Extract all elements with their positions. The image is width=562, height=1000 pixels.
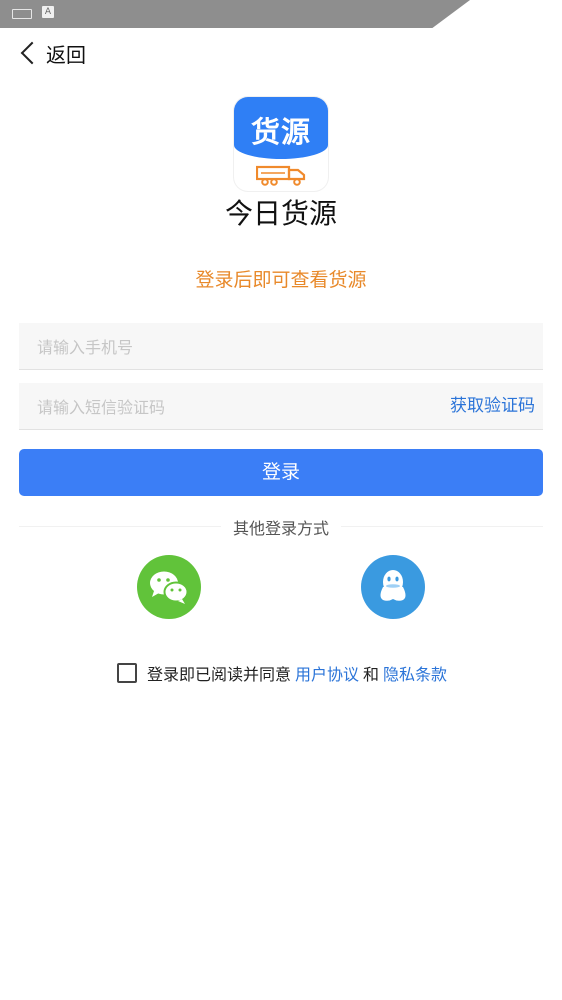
agreement-row: 登录即已阅读并同意 用户协议 和 隐私条款: [117, 660, 451, 686]
agreement-prefix: 登录即已阅读并同意: [147, 665, 292, 684]
keyboard-icon: [12, 9, 32, 19]
qq-icon: [380, 570, 406, 601]
wechat-icon: [150, 571, 189, 604]
login-hint: 登录后即可查看货源: [195, 269, 367, 291]
wechat-login-button[interactable]: [137, 555, 201, 619]
login-button[interactable]: 登录: [19, 449, 543, 496]
logo-text: 货源: [250, 115, 311, 149]
qq-login-button[interactable]: [361, 555, 425, 619]
agreement-and: 和: [363, 665, 380, 684]
phone-field: [19, 323, 543, 371]
other-login-section: 其他登录方式: [0, 515, 562, 539]
get-code-button[interactable]: 获取验证码: [450, 383, 535, 429]
status-bar-background: [0, 0, 470, 28]
privacy-policy-link[interactable]: 隐私条款: [383, 661, 447, 685]
agreement-checkbox[interactable]: [117, 663, 137, 683]
back-label: 返回: [46, 42, 86, 67]
input-method-icon: A: [42, 6, 54, 18]
app-logo: 货源: [234, 97, 328, 191]
app-name: 今日货源: [224, 197, 337, 230]
back-button[interactable]: 返回: [18, 38, 86, 68]
sms-code-field: 获取验证码: [19, 383, 543, 431]
phone-input[interactable]: [19, 323, 439, 371]
chevron-left-icon: [20, 41, 44, 65]
other-login-label: 其他登录方式: [220, 519, 341, 538]
truck-icon: [256, 165, 306, 186]
status-bar: A: [0, 0, 562, 28]
user-agreement-link[interactable]: 用户协议: [295, 661, 359, 685]
sms-code-input[interactable]: [19, 383, 439, 431]
